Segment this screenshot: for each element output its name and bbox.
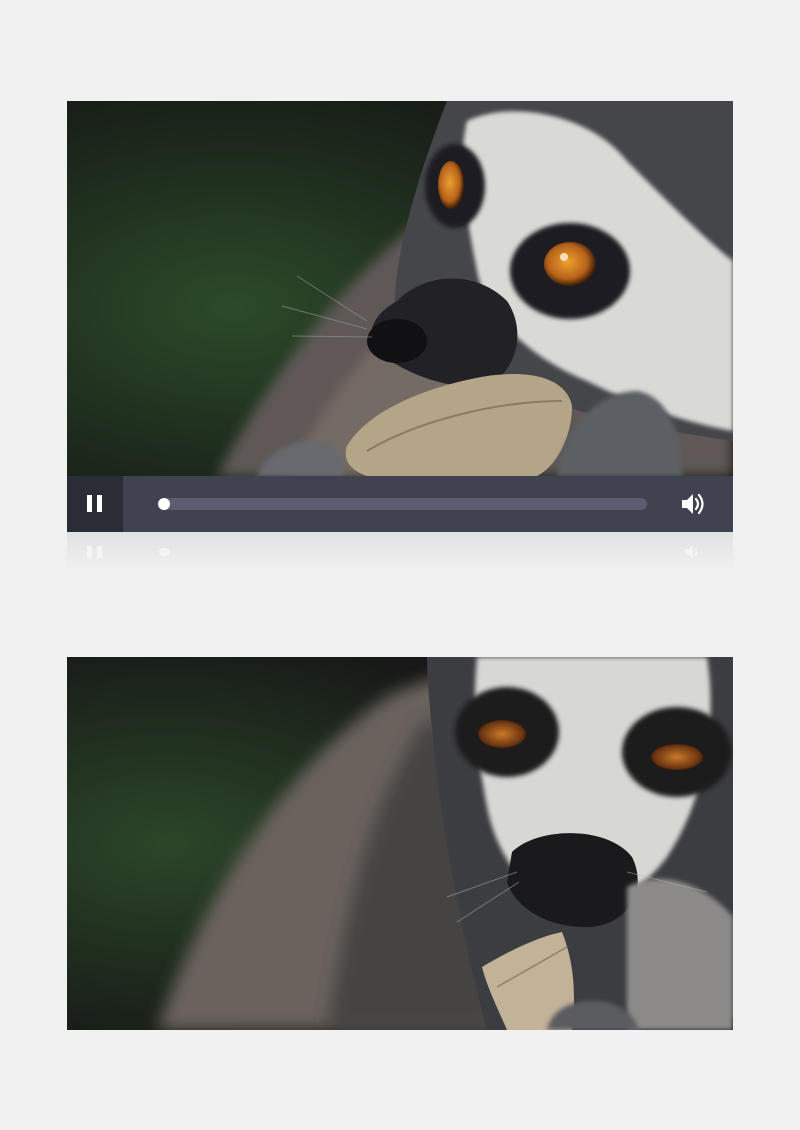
lemur-front-still xyxy=(67,657,733,1030)
video-control-bar xyxy=(67,476,733,532)
progress-thumb[interactable] xyxy=(158,498,170,510)
pause-button[interactable] xyxy=(67,476,123,532)
video-frame-2 xyxy=(67,657,733,1030)
control-bar-reflection xyxy=(67,532,733,570)
volume-button[interactable] xyxy=(679,490,707,518)
lemur-video-still xyxy=(67,101,733,476)
video-frame-1[interactable] xyxy=(67,101,733,476)
progress-track[interactable] xyxy=(158,498,647,510)
speaker-volume-icon xyxy=(682,493,704,515)
